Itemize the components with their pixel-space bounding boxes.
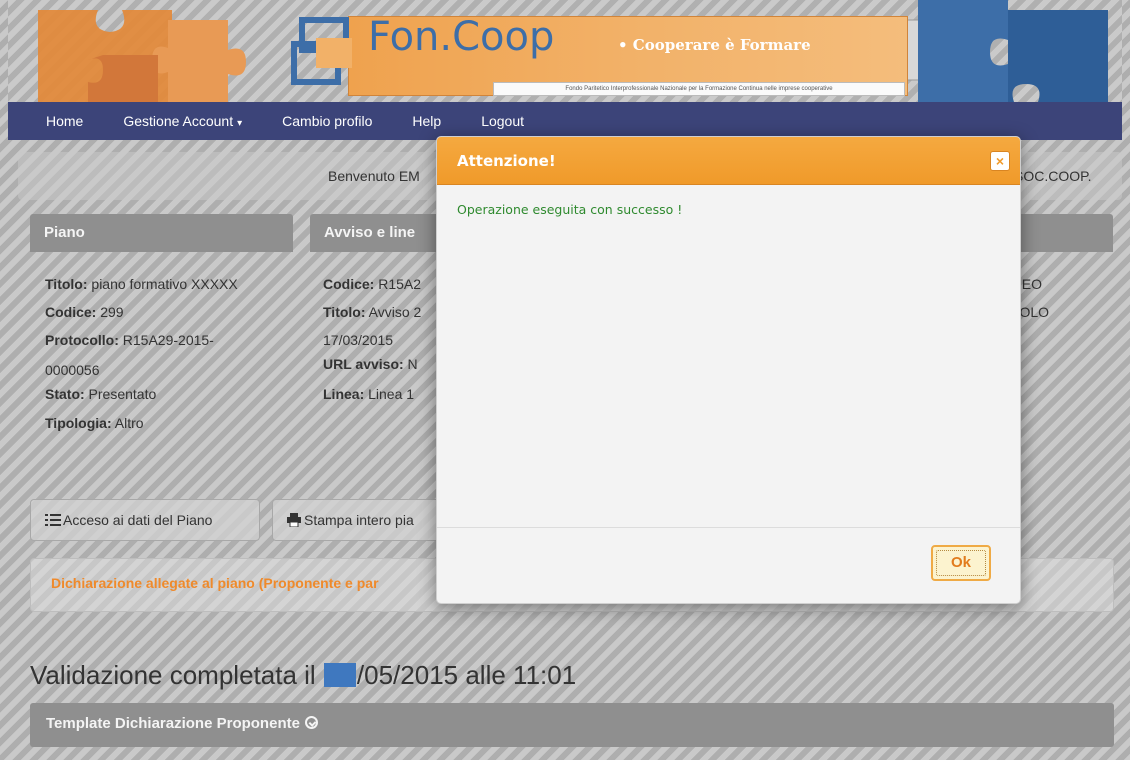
piano-tipologia: Tipologia: Altro bbox=[45, 415, 144, 431]
modal-message: Operazione eseguita con successo ! bbox=[457, 202, 683, 217]
piano-codice: Codice: 299 bbox=[45, 304, 124, 320]
list-icon bbox=[45, 513, 61, 530]
template-dichiarazione-header[interactable]: Template Dichiarazione Proponente bbox=[30, 703, 1114, 747]
accesso-dati-piano-label: Acceso ai dati del Piano bbox=[63, 512, 213, 528]
nav-help[interactable]: Help bbox=[412, 113, 441, 129]
expand-circle-icon[interactable] bbox=[304, 716, 318, 729]
nav-gestione-account[interactable]: Gestione Account ▾ bbox=[123, 113, 242, 129]
modal-header: Attenzione! × bbox=[437, 137, 1020, 185]
piano-protocollo: Protocollo: R15A29-2015- bbox=[45, 332, 214, 348]
panel-avviso-title: Avviso e line bbox=[310, 214, 450, 252]
panel-piano-title: Piano bbox=[30, 214, 293, 252]
print-icon bbox=[287, 513, 301, 530]
main-navbar: Home Gestione Account ▾ Cambio profilo He… bbox=[8, 102, 1122, 140]
avviso-url: URL avviso: N bbox=[323, 356, 418, 372]
nav-gestione-account-label: Gestione Account bbox=[123, 113, 234, 129]
modal-divider bbox=[437, 527, 1020, 528]
welcome-text: Benvenuto EM bbox=[328, 168, 420, 184]
alert-modal: Attenzione! × Operazione eseguita con su… bbox=[436, 136, 1021, 604]
ok-button[interactable]: Ok bbox=[931, 545, 991, 581]
puzzle-decoration-left bbox=[38, 10, 246, 102]
avviso-date: 17/03/2015 bbox=[323, 332, 394, 348]
close-icon[interactable]: × bbox=[990, 151, 1010, 171]
brand-subtitle: Fondo Paritetico Interprofessionale Nazi… bbox=[493, 82, 905, 96]
brand-logo[interactable]: Fon.Coop • Cooperare è Formare Fondo Par… bbox=[278, 6, 908, 96]
stampa-intero-piano-label: Stampa intero pia bbox=[304, 512, 414, 528]
brand-tagline: • Cooperare è Formare bbox=[618, 36, 811, 54]
avviso-titolo: Titolo: Avviso 2 bbox=[323, 304, 422, 320]
dichiarazione-tab[interactable]: Dichiarazione allegate al piano (Propone… bbox=[51, 575, 379, 591]
avviso-codice: Codice: R15A2 bbox=[323, 276, 422, 292]
nav-home[interactable]: Home bbox=[46, 113, 83, 129]
brand-name: Fon.Coop bbox=[368, 14, 555, 60]
piano-titolo: Titolo: piano formativo XXXXX bbox=[45, 276, 238, 292]
piano-protocollo-cont: 0000056 bbox=[45, 362, 100, 378]
accesso-dati-piano-button[interactable]: Acceso ai dati del Piano bbox=[30, 499, 260, 541]
redacted-date bbox=[323, 663, 356, 687]
header-banner: Fon.Coop • Cooperare è Formare Fondo Par… bbox=[8, 0, 1122, 102]
nav-cambio-profilo[interactable]: Cambio profilo bbox=[282, 113, 372, 129]
stampa-intero-piano-button[interactable]: Stampa intero pia bbox=[272, 499, 442, 541]
piano-stato: Stato: Presentato bbox=[45, 386, 157, 402]
template-dichiarazione-title: Template Dichiarazione Proponente bbox=[46, 715, 300, 732]
validazione-heading: Validazione completata il /05/2015 alle … bbox=[30, 660, 577, 690]
nav-logout[interactable]: Logout bbox=[481, 113, 524, 129]
welcome-organization: SOC.COOP. bbox=[1014, 168, 1092, 184]
fon-coop-logo-icon bbox=[291, 17, 352, 85]
caret-down-icon: ▾ bbox=[237, 118, 243, 129]
avviso-linea: Linea: Linea 1 bbox=[323, 386, 415, 402]
modal-title: Attenzione! bbox=[457, 152, 556, 170]
